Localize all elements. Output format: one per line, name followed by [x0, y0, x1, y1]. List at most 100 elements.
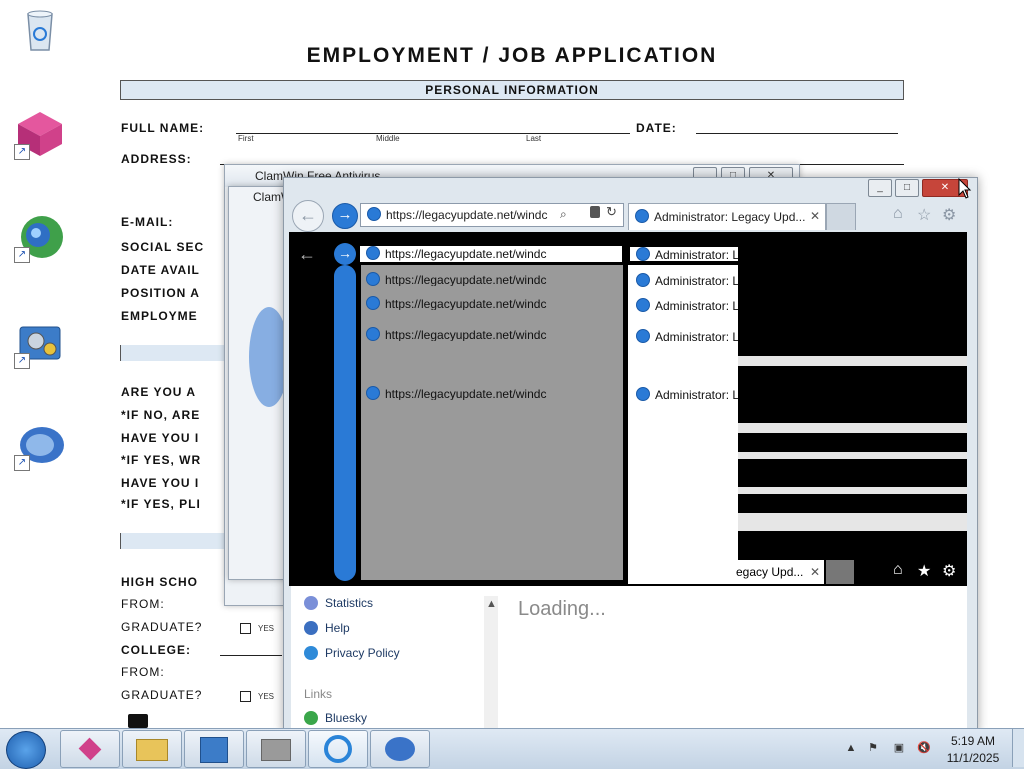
- clamwin-window-2[interactable]: ClamW: [228, 186, 292, 580]
- new-tab-button[interactable]: [826, 203, 856, 230]
- scroll-up-arrow-icon[interactable]: ▲: [486, 598, 497, 610]
- sidebar-item-label: Statistics: [325, 596, 374, 610]
- have-you-label-2: HAVE YOU I: [121, 476, 200, 490]
- action-center-flag-icon[interactable]: ⚑: [866, 741, 880, 755]
- firewall-icon: [261, 739, 291, 761]
- tab-globe-icon: [635, 209, 649, 223]
- employment-label: EMPLOYME: [121, 309, 198, 323]
- home-icon[interactable]: ⌂: [893, 205, 903, 223]
- ghost-tab-globe-icon: [636, 329, 650, 343]
- sidebar-item-help[interactable]: Help: [304, 621, 350, 635]
- college-label: COLLEGE:: [121, 643, 191, 657]
- glitch-strip-2: [738, 423, 967, 433]
- clock-date[interactable]: 11/1/2025: [940, 751, 1006, 765]
- ghost-tab-title-0: Administrator: L: [655, 248, 738, 261]
- taskbar-settings-tool[interactable]: [184, 730, 244, 768]
- high-school-label: HIGH SCHO: [121, 575, 199, 589]
- globe-network-app-icon[interactable]: ↗: [14, 213, 66, 263]
- ghost-tab-3: Administrator: L: [630, 329, 738, 343]
- taskbar-internet-explorer[interactable]: [308, 730, 368, 768]
- full-name-line: [236, 133, 630, 134]
- help-icon: [304, 621, 318, 635]
- settings-tool-icon: [200, 737, 228, 763]
- ghost-globe-icon: [366, 386, 380, 400]
- internet-explorer-icon: [324, 735, 352, 763]
- link-bluesky[interactable]: Bluesky: [304, 711, 367, 725]
- ghost-tab-globe-icon: [636, 247, 650, 261]
- tab-close-icon[interactable]: ✕: [810, 209, 820, 223]
- section-personal-information: PERSONAL INFORMATION: [120, 80, 904, 100]
- date-available-label: DATE AVAIL: [121, 263, 200, 277]
- loading-text: Loading...: [518, 598, 606, 620]
- college-line: [220, 655, 282, 656]
- if-yes-please-label: *IF YES, PLI: [121, 497, 201, 511]
- ghost-url-3: https://legacyupdate.net/windc: [385, 328, 547, 341]
- refresh-icon[interactable]: ↻: [606, 204, 617, 220]
- glitch-gray-panel: [361, 265, 623, 580]
- ghost-address-1: https://legacyupdate.net/windc: [360, 272, 622, 286]
- pink-cube-app-icon[interactable]: ↗: [14, 110, 66, 160]
- ghost-address-3: https://legacyupdate.net/windc: [360, 327, 622, 341]
- ghost-globe-icon: [366, 272, 380, 286]
- ghost-url-1: https://legacyupdate.net/windc: [385, 273, 547, 286]
- sidebar-item-label: Help: [325, 621, 350, 635]
- forward-button[interactable]: →: [332, 203, 358, 229]
- ghost-address-2: https://legacyupdate.net/windc: [360, 296, 622, 310]
- email-label: E-MAIL:: [121, 215, 174, 229]
- ghost-tab-1: Administrator: L: [630, 273, 738, 287]
- ghost-globe-icon: [366, 296, 380, 310]
- section-bar-2: [120, 345, 231, 361]
- ghost-bottom-tab: egacy Upd...: [628, 560, 824, 584]
- document-title: EMPLOYMENT / JOB APPLICATION: [306, 44, 718, 67]
- tools-gear-icon[interactable]: ⚙: [942, 205, 956, 225]
- address-bar[interactable]: https://legacyupdate.net/windc: [360, 203, 624, 227]
- search-icon[interactable]: ⌕: [560, 207, 567, 222]
- shortcut-arrow-icon: ↗: [14, 144, 30, 160]
- settings-tool-app-icon[interactable]: ↗: [14, 319, 66, 369]
- volume-muted-icon[interactable]: 🔇: [917, 741, 931, 755]
- show-hidden-icons-icon[interactable]: ▲: [844, 741, 858, 755]
- sidebar-item-privacy-policy[interactable]: Privacy Policy: [304, 646, 400, 660]
- ghost-new-tab: [826, 560, 854, 584]
- recycle-bin-icon[interactable]: [14, 6, 66, 56]
- clamwin-app-icon[interactable]: ↗: [14, 421, 66, 471]
- graduate-label-2: GRADUATE?: [121, 688, 203, 702]
- sidebar-item-statistics[interactable]: Statistics: [304, 596, 373, 610]
- address-url: https://legacyupdate.net/windc: [386, 208, 548, 222]
- date-label: DATE:: [636, 121, 677, 135]
- taskbar-pink-cube-app[interactable]: [60, 730, 120, 768]
- ghost-back-icon: ←: [298, 244, 316, 264]
- ghost-tab-title-4: Administrator: L: [655, 388, 738, 401]
- glitch-strip-1: [738, 356, 967, 366]
- taskbar-clamwin[interactable]: [370, 730, 430, 768]
- site-globe-icon: [367, 207, 381, 221]
- sidebar-scrollbar[interactable]: [484, 596, 498, 728]
- start-button[interactable]: [6, 731, 46, 769]
- if-no-label: *IF NO, ARE: [121, 408, 201, 422]
- mouse-cursor-icon: [958, 178, 972, 199]
- section-bar-3: [120, 533, 231, 549]
- clock-time[interactable]: 5:19 AM: [940, 734, 1006, 748]
- ghost-home-icon: ⌂: [893, 561, 903, 578]
- network-icon[interactable]: ▣: [892, 741, 906, 755]
- ghost-tab-globe-icon: [636, 298, 650, 312]
- taskbar-firewall[interactable]: [246, 730, 306, 768]
- ghost-tab-0: Administrator: L: [630, 247, 738, 261]
- back-button[interactable]: ←: [292, 200, 324, 232]
- favorites-star-icon[interactable]: ☆: [917, 205, 931, 225]
- taskbar-explorer[interactable]: [122, 730, 182, 768]
- tab-legacy-update[interactable]: Administrator: Legacy Upd...: [628, 203, 826, 230]
- shortcut-arrow-icon: ↗: [14, 353, 30, 369]
- ghost-tab-title-3: Administrator: L: [655, 330, 738, 343]
- ghost-bottom-tab-title: egacy Upd...: [736, 565, 804, 579]
- graduate-checkbox-2[interactable]: [240, 691, 251, 702]
- bluesky-icon: [304, 711, 318, 725]
- links-header: Links: [304, 687, 333, 701]
- graduate-checkbox-1[interactable]: [240, 623, 251, 634]
- last-caption: Last: [526, 134, 542, 143]
- show-desktop-button[interactable]: [1012, 729, 1024, 767]
- browser-minimize-button[interactable]: _: [868, 179, 892, 197]
- browser-maximize-button[interactable]: □: [895, 179, 919, 197]
- ghost-globe-icon: [366, 327, 380, 341]
- ghost-address-0: https://legacyupdate.net/windc: [360, 246, 622, 262]
